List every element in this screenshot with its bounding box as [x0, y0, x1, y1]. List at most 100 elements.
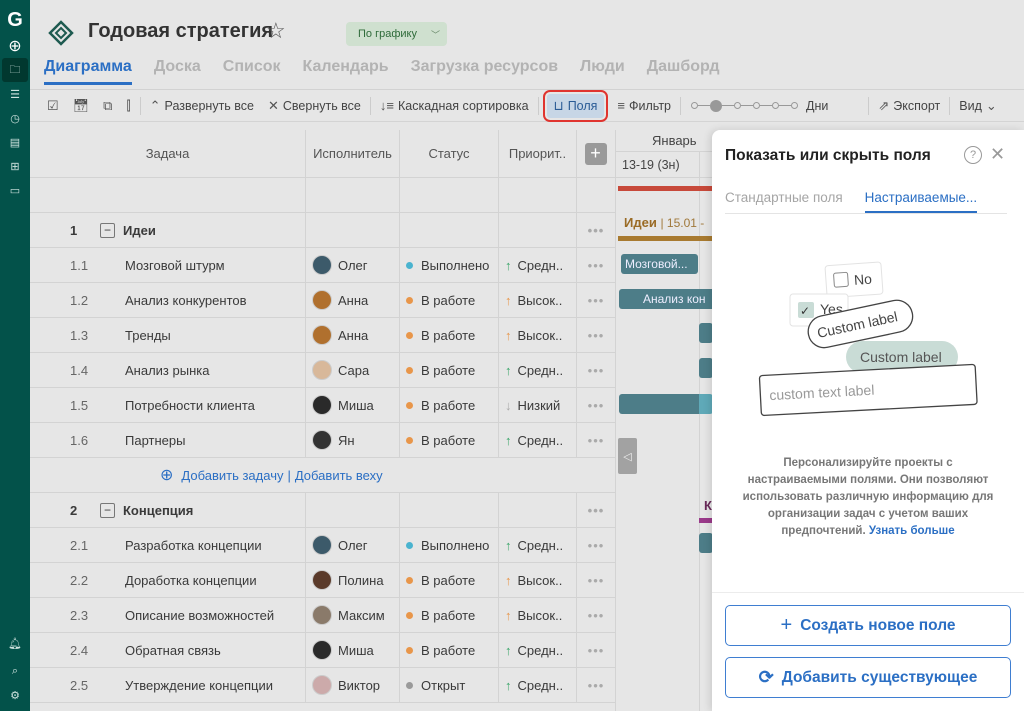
collapse-group-icon[interactable]: − — [100, 222, 115, 238]
priority-value[interactable]: Высок.. — [518, 293, 563, 308]
folder-icon[interactable]: 🗀 — [2, 58, 28, 82]
add-column-button[interactable]: + — [585, 142, 607, 165]
status-value[interactable]: В работе — [421, 608, 475, 623]
settings-icon[interactable]: ⚙ — [0, 683, 30, 707]
priority-value[interactable]: Высок.. — [518, 573, 563, 588]
app-logo[interactable]: G — [0, 6, 30, 34]
more-options-icon[interactable]: ••• — [577, 423, 615, 457]
tab-list[interactable]: Список — [223, 58, 281, 85]
group-bar-concept[interactable] — [699, 518, 713, 523]
add-circle-icon[interactable]: ⊕ — [160, 465, 173, 485]
add-task-link[interactable]: Добавить задачу — [181, 468, 283, 483]
task-name[interactable]: Доработка концепции — [125, 573, 257, 588]
status-value[interactable]: В работе — [421, 643, 475, 658]
bell-icon[interactable]: 🔔︎ — [0, 631, 30, 655]
tab-standard-fields[interactable]: Стандартные поля — [725, 190, 843, 213]
close-icon[interactable]: ✕ — [990, 144, 1005, 165]
more-options-icon[interactable]: ••• — [577, 563, 615, 597]
column-priority[interactable]: Приорит.. — [499, 130, 577, 177]
more-options-icon[interactable]: ••• — [577, 318, 615, 352]
task-row[interactable]: 1.4 Анализ рынка Сара В работе ↑ Средн.. ••• — [30, 353, 615, 388]
task-row[interactable]: 1.1 Мозговой штурм Олег Выполнено ↑ Средн.. ••… — [30, 248, 615, 283]
status-value[interactable]: Открыт — [421, 678, 465, 693]
priority-value[interactable]: Средн.. — [518, 433, 564, 448]
more-options-icon[interactable]: ••• — [577, 668, 615, 702]
task-bar[interactable] — [699, 323, 713, 343]
view-dropdown[interactable]: Вид ⌄ — [952, 94, 1004, 118]
status-value[interactable]: В работе — [421, 573, 475, 588]
column-assignee[interactable]: Исполнитель — [306, 130, 400, 177]
tab-people[interactable]: Люди — [580, 58, 625, 85]
help-icon[interactable]: ? — [964, 146, 982, 164]
priority-value[interactable]: Высок.. — [518, 608, 563, 623]
project-bar[interactable] — [618, 186, 713, 191]
task-row[interactable]: 1.6 Партнеры Ян В работе ↑ Средн.. ••• — [30, 423, 615, 458]
priority-value[interactable]: Средн.. — [518, 538, 564, 553]
task-bar[interactable]: Анализ кон — [619, 289, 713, 309]
task-bar[interactable] — [619, 394, 713, 414]
task-name[interactable]: Разработка концепции — [125, 538, 262, 553]
task-row[interactable]: 1.5 Потребности клиента Миша В работе ↓ Низки… — [30, 388, 615, 423]
status-value[interactable]: Выполнено — [421, 258, 489, 273]
task-name[interactable]: Обратная связь — [125, 643, 221, 658]
priority-value[interactable]: Средн.. — [518, 258, 564, 273]
calendar-alert-icon[interactable]: 📅︎ — [66, 94, 97, 118]
zoom-slider[interactable] — [691, 99, 799, 112]
tab-custom-fields[interactable]: Настраиваемые... — [864, 190, 978, 213]
fields-button[interactable]: ⊔ Поля — [542, 89, 609, 122]
group-bar-ideas[interactable] — [618, 236, 713, 241]
cascade-sort-button[interactable]: ↓≡ Каскадная сортировка — [373, 94, 536, 118]
add-milestone-link[interactable]: Добавить веху — [295, 468, 383, 483]
task-name[interactable]: Анализ рынка — [125, 363, 209, 378]
more-options-icon[interactable]: ••• — [577, 248, 615, 282]
column-task[interactable]: Задача — [30, 130, 306, 177]
task-name[interactable]: Описание возможностей — [125, 608, 274, 623]
favorite-star-icon[interactable]: ☆ — [266, 18, 286, 44]
create-field-button[interactable]: + Создать новое поле — [725, 605, 1011, 646]
task-row[interactable]: 2.1 Разработка концепции Олег Выполнено ↑ Сре… — [30, 528, 615, 563]
expand-all-button[interactable]: ⌃ Развернуть все — [143, 94, 261, 118]
list-icon[interactable]: ☰ — [0, 82, 30, 106]
status-value[interactable]: В работе — [421, 433, 475, 448]
task-row[interactable]: 2.4 Обратная связь Миша В работе ↑ Средн.. ••• — [30, 633, 615, 668]
task-name[interactable]: Партнеры — [125, 433, 185, 448]
more-options-icon[interactable]: ••• — [577, 213, 615, 247]
priority-value[interactable]: Средн.. — [518, 678, 564, 693]
tab-dashboard[interactable]: Дашборд — [647, 58, 720, 85]
task-row[interactable]: 2.2 Доработка концепции Полина В работе ↑ Выс… — [30, 563, 615, 598]
status-value[interactable]: В работе — [421, 293, 475, 308]
tab-calendar[interactable]: Календарь — [303, 58, 389, 85]
task-name[interactable]: Мозговой штурм — [125, 258, 225, 273]
collapse-group-icon[interactable]: − — [100, 502, 115, 518]
search-icon[interactable]: ⌕ — [0, 659, 30, 683]
filter-button[interactable]: ≡ Фильтр — [610, 94, 678, 118]
more-options-icon[interactable]: ••• — [577, 598, 615, 632]
task-row[interactable]: 1.3 Тренды Анна В работе ↑ Высок.. ••• — [30, 318, 615, 353]
more-options-icon[interactable]: ••• — [577, 283, 615, 317]
priority-value[interactable]: Низкий — [518, 398, 561, 413]
tab-workload[interactable]: Загрузка ресурсов — [411, 58, 558, 85]
task-name[interactable]: Утверждение концепции — [125, 678, 273, 693]
status-value[interactable]: В работе — [421, 328, 475, 343]
tab-board[interactable]: Доска — [154, 58, 201, 85]
more-options-icon[interactable]: ••• — [577, 528, 615, 562]
more-options-icon[interactable]: ••• — [577, 353, 615, 387]
chat-icon[interactable]: ▭ — [0, 178, 30, 202]
checkbox-icon[interactable]: ☑ — [40, 94, 66, 118]
priority-value[interactable]: Средн.. — [518, 363, 564, 378]
more-options-icon[interactable]: ••• — [577, 493, 615, 527]
task-name[interactable]: Потребности клиента — [125, 398, 255, 413]
task-bar[interactable] — [699, 533, 713, 553]
status-value[interactable]: В работе — [421, 363, 475, 378]
slider-handle[interactable] — [710, 99, 723, 112]
priority-value[interactable]: Высок.. — [518, 328, 563, 343]
task-row[interactable]: 1.2 Анализ конкурентов Анна В работе ↑ Высок.… — [30, 283, 615, 318]
more-options-icon[interactable]: ••• — [577, 633, 615, 667]
hierarchy-icon[interactable]: ⧉ — [96, 94, 119, 118]
collapse-all-button[interactable]: ✕ Свернуть все — [261, 94, 368, 118]
task-row[interactable]: 2.5 Утверждение концепции Виктор Открыт ↑ Сре… — [30, 668, 615, 703]
add-icon[interactable]: ⊕ — [0, 34, 30, 58]
baseline-icon[interactable]: ⫿ — [119, 94, 137, 118]
task-row[interactable]: 2.3 Описание возможностей Максим В работе ↑ В… — [30, 598, 615, 633]
learn-more-link[interactable]: Узнать больше — [869, 525, 955, 537]
